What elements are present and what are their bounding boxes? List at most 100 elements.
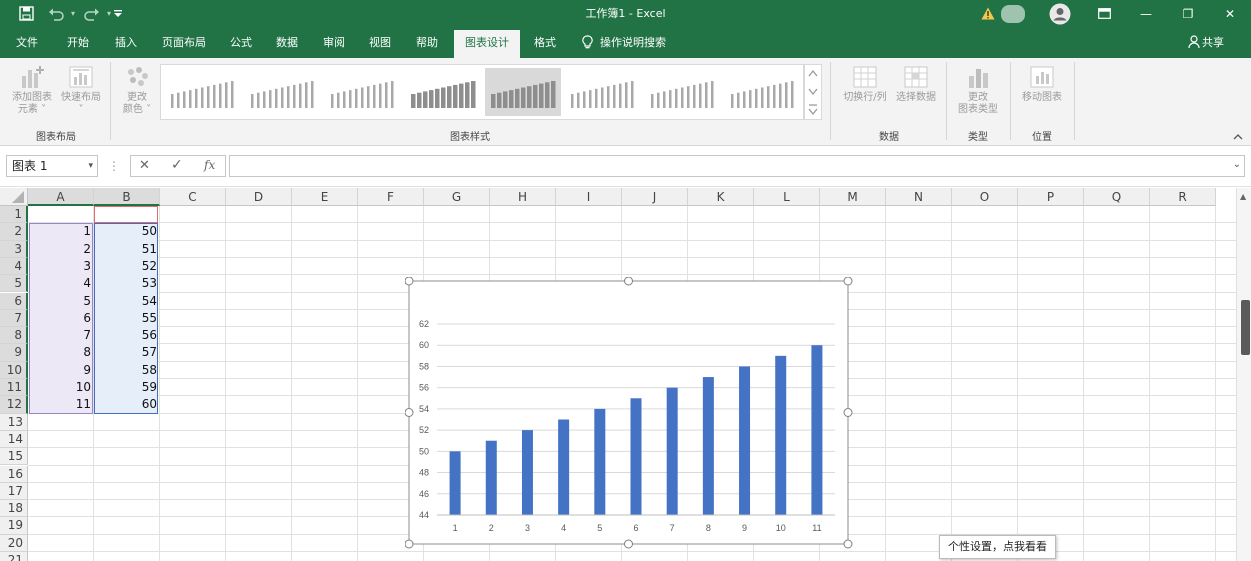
cancel-icon[interactable]: ✕: [139, 158, 150, 173]
column-header[interactable]: Q: [1084, 188, 1150, 206]
column-header[interactable]: G: [424, 188, 490, 206]
chart-style-thumbnail[interactable]: [645, 68, 721, 116]
column-header[interactable]: N: [886, 188, 952, 206]
row-header[interactable]: 5: [0, 275, 28, 293]
row-header[interactable]: 21: [0, 552, 28, 561]
cell[interactable]: 11: [28, 396, 94, 413]
cell[interactable]: 58: [94, 362, 160, 379]
tab-chart-design[interactable]: 图表设计: [454, 30, 520, 58]
column-header[interactable]: A: [28, 188, 94, 206]
cell[interactable]: 59: [94, 379, 160, 396]
restore-button[interactable]: ❐: [1174, 0, 1202, 27]
row-header[interactable]: 9: [0, 344, 28, 362]
enter-icon[interactable]: ✓: [171, 157, 183, 173]
chart-bar[interactable]: [666, 387, 678, 515]
cell[interactable]: 60: [94, 396, 160, 413]
minimize-button[interactable]: —: [1132, 0, 1160, 27]
cell[interactable]: 4: [28, 275, 94, 292]
chart-bar[interactable]: [594, 408, 606, 515]
resize-handle[interactable]: [624, 539, 633, 549]
cell[interactable]: 5: [28, 293, 94, 310]
cell[interactable]: 3: [28, 258, 94, 275]
cell[interactable]: 50: [94, 223, 160, 240]
resize-handle[interactable]: [843, 408, 853, 417]
column-header[interactable]: K: [688, 188, 754, 206]
cell[interactable]: 7: [28, 327, 94, 344]
chart-style-thumbnail[interactable]: [485, 68, 561, 116]
column-header[interactable]: P: [1018, 188, 1084, 206]
chart-style-thumbnail[interactable]: [405, 68, 481, 116]
tab-page-layout[interactable]: 页面布局: [154, 27, 214, 58]
vertical-scrollbar[interactable]: ▲: [1236, 188, 1251, 561]
resize-handle[interactable]: [843, 277, 853, 286]
collapse-ribbon-icon[interactable]: [1232, 132, 1244, 142]
row-header[interactable]: 12: [0, 396, 28, 414]
column-header[interactable]: H: [490, 188, 556, 206]
move-chart-button[interactable]: 移动图表: [1014, 64, 1070, 104]
chart-bar[interactable]: [739, 366, 751, 515]
tab-format[interactable]: 格式: [524, 27, 566, 58]
row-header[interactable]: 2: [0, 223, 28, 241]
row-header[interactable]: 6: [0, 292, 28, 310]
row-header[interactable]: 3: [0, 240, 28, 258]
column-header[interactable]: I: [556, 188, 622, 206]
select-all-corner[interactable]: [0, 188, 28, 206]
row-header[interactable]: 13: [0, 413, 28, 431]
row-header[interactable]: 18: [0, 500, 28, 518]
chart-style-thumbnail[interactable]: [165, 68, 241, 116]
chart-style-thumbnail[interactable]: [325, 68, 401, 116]
select-data-button[interactable]: 选择数据: [892, 64, 940, 104]
row-header[interactable]: 10: [0, 361, 28, 379]
column-header[interactable]: B: [94, 188, 160, 206]
row-header[interactable]: 20: [0, 534, 28, 552]
formula-input[interactable]: ⌄: [229, 155, 1245, 177]
cell[interactable]: 56: [94, 327, 160, 344]
column-header[interactable]: E: [292, 188, 358, 206]
cell[interactable]: 8: [28, 344, 94, 361]
tab-formulas[interactable]: 公式: [220, 27, 262, 58]
tell-me-search[interactable]: 操作说明搜索: [600, 27, 680, 58]
chart-style-thumbnail[interactable]: [245, 68, 321, 116]
scroll-up-icon[interactable]: ▲: [1240, 192, 1246, 201]
tab-view[interactable]: 视图: [359, 27, 401, 58]
chart-object[interactable]: 444648505254565860621 2 3 4 5 6 7 8 9 10 11: [405, 277, 853, 549]
cell[interactable]: 1: [28, 223, 94, 240]
row-header[interactable]: 16: [0, 465, 28, 483]
add-chart-element-button[interactable]: 添加图表 元素 ˅: [8, 64, 56, 116]
expand-formula-bar-icon[interactable]: ⌄: [1233, 159, 1241, 170]
chart-bar[interactable]: [485, 440, 497, 515]
resize-handle[interactable]: [405, 539, 414, 549]
chart-bar[interactable]: [558, 419, 570, 516]
row-header[interactable]: 11: [0, 379, 28, 397]
row-header[interactable]: 15: [0, 448, 28, 466]
row-header[interactable]: 8: [0, 327, 28, 345]
cell[interactable]: 54: [94, 293, 160, 310]
change-chart-type-button[interactable]: 更改 图表类型: [950, 64, 1006, 116]
scrollbar-thumb[interactable]: [1241, 300, 1250, 355]
row-header[interactable]: 14: [0, 430, 28, 449]
chevron-down-icon[interactable]: ▾: [88, 156, 93, 176]
column-header[interactable]: D: [226, 188, 292, 206]
column-header[interactable]: L: [754, 188, 820, 206]
change-colors-button[interactable]: 更改 颜色 ˅: [116, 64, 158, 116]
resize-handle[interactable]: [405, 408, 414, 417]
row-header[interactable]: 17: [0, 482, 28, 501]
account-avatar-icon[interactable]: [1048, 0, 1072, 27]
chart-bar[interactable]: [630, 398, 642, 515]
resize-handle[interactable]: [843, 539, 853, 549]
column-header[interactable]: M: [820, 188, 886, 206]
row-header[interactable]: 19: [0, 517, 28, 535]
row-header[interactable]: 4: [0, 257, 28, 276]
resize-handle[interactable]: [624, 277, 633, 286]
column-header[interactable]: R: [1150, 188, 1216, 206]
chart-bar[interactable]: [702, 377, 714, 515]
cell[interactable]: 2: [28, 241, 94, 258]
cell[interactable]: 57: [94, 344, 160, 361]
tab-insert[interactable]: 插入: [104, 27, 148, 58]
cell[interactable]: 53: [94, 275, 160, 292]
cell[interactable]: 10: [28, 379, 94, 396]
name-box[interactable]: 图表 1 ▾: [6, 155, 98, 177]
tab-home[interactable]: 开始: [56, 27, 100, 58]
tab-help[interactable]: 帮助: [406, 27, 448, 58]
column-header[interactable]: J: [622, 188, 688, 206]
